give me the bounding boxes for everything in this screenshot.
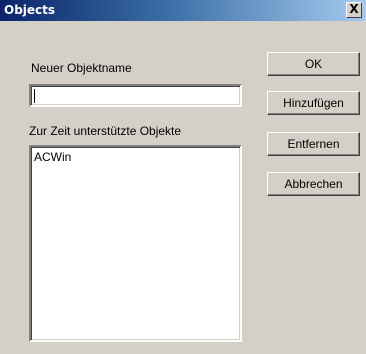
supported-objects-list[interactable]: ACWin	[29, 145, 242, 342]
add-button[interactable]: Hinzufügen	[267, 91, 360, 115]
cancel-button[interactable]: Abbrechen	[267, 172, 360, 196]
list-item-acwin[interactable]: ACWin	[34, 150, 71, 164]
close-icon: X	[349, 2, 359, 16]
window-title: Objects	[4, 3, 56, 17]
text-caret	[34, 89, 35, 103]
supported-objects-label: Zur Zeit unterstützte Objekte	[29, 124, 182, 138]
ok-button[interactable]: OK	[267, 52, 360, 76]
new-object-name-input[interactable]	[29, 84, 242, 107]
close-button[interactable]: X	[346, 2, 362, 18]
new-object-name-label: Neuer Objektname	[31, 61, 132, 75]
remove-button[interactable]: Entfernen	[267, 132, 360, 156]
title-bar[interactable]: Objects X	[0, 0, 366, 21]
